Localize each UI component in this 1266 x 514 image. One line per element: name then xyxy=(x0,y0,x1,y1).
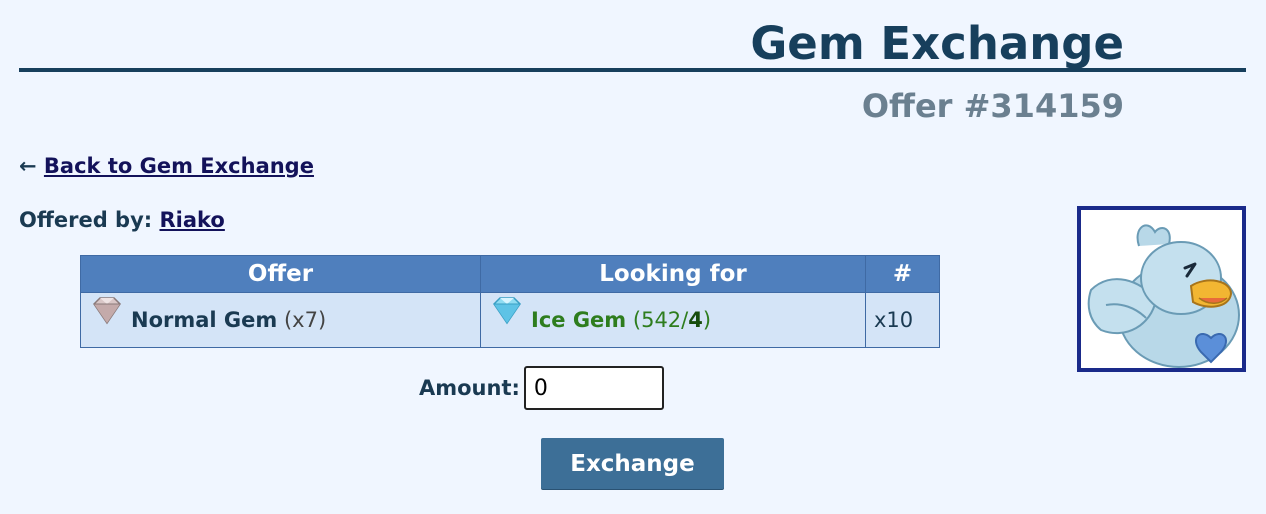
amount-row: Amount: xyxy=(419,366,664,410)
looking-for-cell: Ice Gem (542/4) xyxy=(480,292,866,348)
offer-table: Offer Looking for # Normal Gem (x7) Ice … xyxy=(80,255,940,348)
amount-input[interactable] xyxy=(523,366,664,410)
gems-needed: 4 xyxy=(688,308,703,332)
title-divider xyxy=(19,68,1246,72)
header-offer: Offer xyxy=(80,255,481,293)
ice-gem-icon xyxy=(493,297,521,325)
back-to-gem-exchange-link[interactable]: Back to Gem Exchange xyxy=(44,154,314,178)
offer-gem-name: Normal Gem xyxy=(131,308,278,332)
offerer-avatar xyxy=(1077,206,1246,372)
offer-gem-qty: (x7) xyxy=(283,308,327,332)
looking-for-gem-qty: (542/4) xyxy=(632,308,712,332)
offer-cell: Normal Gem (x7) xyxy=(80,292,481,348)
ducklett-avatar-icon xyxy=(1087,224,1240,368)
offered-by-label: Offered by: xyxy=(19,208,153,232)
table-header-row: Offer Looking for # xyxy=(80,255,940,293)
offered-by: Offered by: Riako xyxy=(19,204,225,236)
normal-gem-icon xyxy=(93,297,121,325)
count-cell: x10 xyxy=(865,292,940,348)
amount-label: Amount: xyxy=(419,376,520,400)
back-nav: ← Back to Gem Exchange xyxy=(19,150,314,182)
header-looking-for: Looking for xyxy=(480,255,866,293)
offerer-user-link[interactable]: Riako xyxy=(159,208,224,232)
page-title: Gem Exchange xyxy=(750,17,1124,70)
gems-owned: 542 xyxy=(641,308,682,332)
back-arrow-icon: ← xyxy=(19,154,37,178)
exchange-button[interactable]: Exchange xyxy=(541,438,724,489)
looking-for-gem-name: Ice Gem xyxy=(531,308,627,332)
header-count: # xyxy=(865,255,940,293)
table-row: Normal Gem (x7) Ice Gem (542/4) x10 xyxy=(80,292,940,348)
offer-number: Offer #314159 xyxy=(861,87,1124,125)
